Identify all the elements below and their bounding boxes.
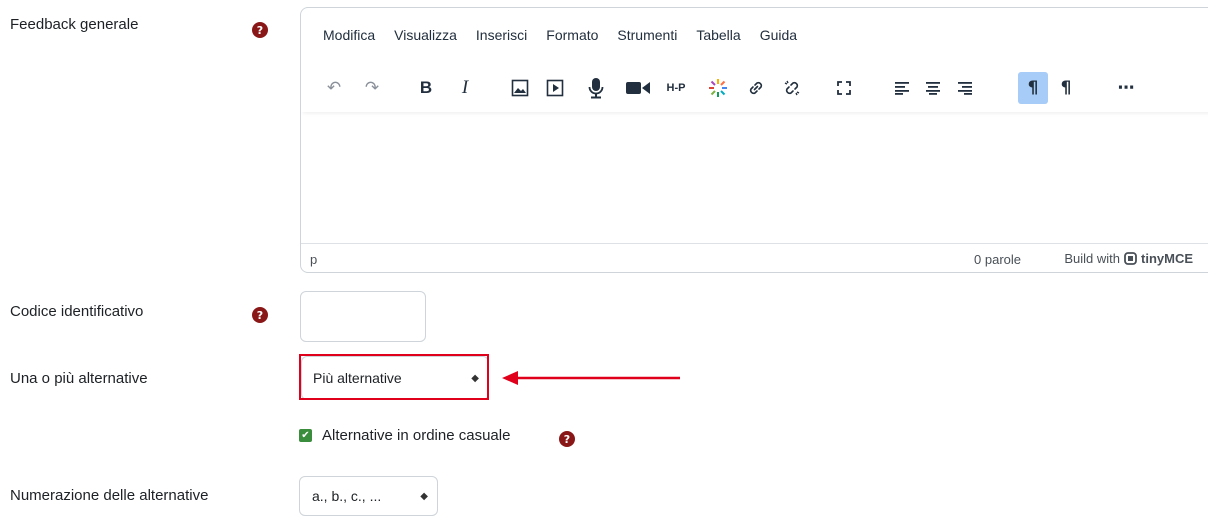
highlight-box xyxy=(299,354,489,400)
link-icon[interactable] xyxy=(743,72,769,104)
help-icon[interactable]: ? xyxy=(252,22,268,38)
image-icon[interactable] xyxy=(507,72,533,104)
menu-guida[interactable]: Guida xyxy=(760,27,797,43)
fullscreen-icon[interactable] xyxy=(831,72,857,104)
feedback-label: Feedback generale xyxy=(10,16,139,33)
word-count[interactable]: 0 parole xyxy=(974,252,1021,267)
red-arrow-icon xyxy=(502,371,680,385)
editor-menubar: Modifica Visualizza Inserisci Formato St… xyxy=(323,27,816,43)
shuffle-checkbox[interactable]: ✔ xyxy=(299,429,312,442)
right-to-left-icon[interactable]: ¶ xyxy=(1053,72,1079,104)
bold-icon[interactable]: B xyxy=(413,72,439,104)
build-with-text: Build with xyxy=(1064,251,1120,266)
more-icon[interactable]: ⋯ xyxy=(1113,72,1139,104)
menu-formato[interactable]: Formato xyxy=(546,27,598,43)
italic-icon[interactable]: I xyxy=(452,72,478,104)
menu-modifica[interactable]: Modifica xyxy=(323,27,375,43)
spark-icon[interactable] xyxy=(705,72,731,104)
align-left-icon[interactable] xyxy=(889,72,915,104)
media-icon[interactable] xyxy=(542,72,568,104)
tinymce-logo-icon xyxy=(1124,252,1137,265)
idnumber-input[interactable] xyxy=(300,291,426,342)
single-answer-label: Una o più alternative xyxy=(10,370,148,387)
idnumber-label: Codice identificativo xyxy=(10,303,144,320)
video-camera-icon[interactable] xyxy=(623,72,653,104)
help-icon[interactable]: ? xyxy=(559,431,575,447)
editor-toolbar: ↶ ↷ B I H-P ¶ ¶ ⋯ xyxy=(301,64,1208,112)
menu-strumenti[interactable]: Strumenti xyxy=(617,27,677,43)
microphone-icon[interactable] xyxy=(583,72,609,104)
numbering-value: a., b., c., ... xyxy=(312,488,382,504)
rich-text-editor: Modifica Visualizza Inserisci Formato St… xyxy=(300,7,1208,273)
menu-visualizza[interactable]: Visualizza xyxy=(394,27,457,43)
unlink-icon[interactable] xyxy=(779,72,805,104)
sort-arrows-icon: ◆ xyxy=(420,490,428,502)
h5p-icon[interactable]: H-P xyxy=(661,72,691,104)
menu-inserisci[interactable]: Inserisci xyxy=(476,27,527,43)
element-path[interactable]: p xyxy=(310,252,317,267)
undo-icon[interactable]: ↶ xyxy=(321,72,347,104)
tinymce-brand-name: tinyMCE xyxy=(1141,251,1193,266)
shuffle-label[interactable]: Alternative in ordine casuale xyxy=(322,427,510,444)
help-icon[interactable]: ? xyxy=(252,307,268,323)
editor-content-area[interactable] xyxy=(301,116,1208,244)
align-right-icon[interactable] xyxy=(952,72,978,104)
menu-tabella[interactable]: Tabella xyxy=(696,27,740,43)
left-to-right-icon[interactable]: ¶ xyxy=(1018,72,1048,104)
tinymce-branding[interactable]: Build with tinyMCE xyxy=(1064,251,1193,266)
numbering-label: Numerazione delle alternative xyxy=(10,487,209,504)
redo-icon[interactable]: ↷ xyxy=(359,72,385,104)
editor-statusbar: p 0 parole Build with tinyMCE xyxy=(301,243,1208,272)
align-center-icon[interactable] xyxy=(920,72,946,104)
numbering-select[interactable]: a., b., c., ... ◆ xyxy=(299,476,438,516)
